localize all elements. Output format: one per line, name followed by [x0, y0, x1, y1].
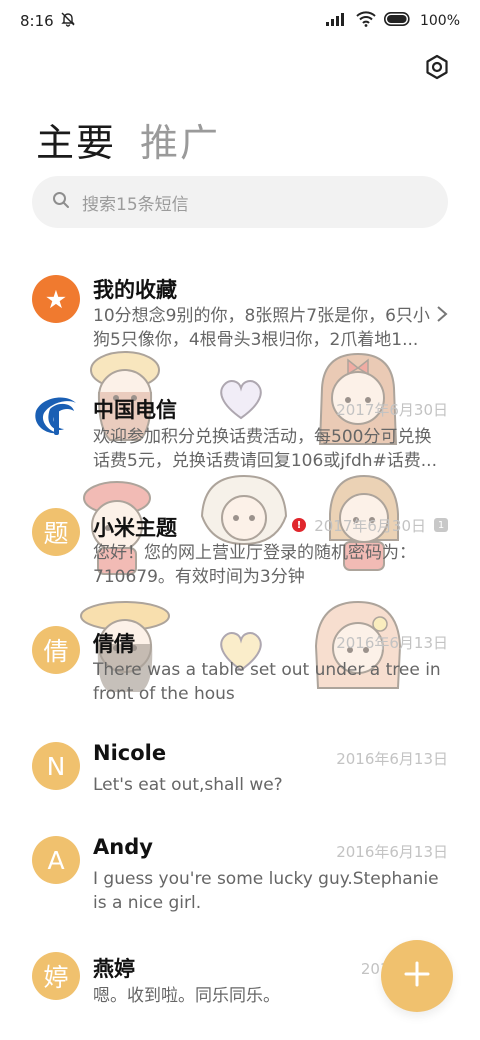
plus-icon	[404, 961, 430, 991]
message-date: 2017年6月30日	[314, 517, 426, 535]
contact-name: 我的收藏	[93, 278, 177, 302]
list-item[interactable]: 倩 倩倩 2016年6月13日 There was a table set ou…	[0, 620, 480, 720]
wifi-icon	[356, 11, 376, 31]
settings-icon	[424, 54, 450, 84]
star-icon: ★	[44, 284, 68, 314]
tab-bar: 主要 推广	[36, 112, 220, 167]
tab-promotions[interactable]: 推广	[140, 112, 220, 167]
message-preview: There was a table set out under a tree i…	[93, 660, 441, 704]
settings-button[interactable]	[424, 54, 450, 84]
error-badge: !	[292, 518, 306, 532]
battery-icon	[383, 12, 412, 30]
bell-muted-icon	[60, 11, 76, 31]
message-preview: 欢迎参加积分兑换话费活动，每500分可兑换话费5元，兑换话费请回复106或jfd…	[93, 427, 437, 471]
tab-primary[interactable]: 主要	[36, 112, 116, 167]
avatar: ★	[32, 275, 80, 323]
contact-name: 倩倩	[93, 632, 135, 656]
avatar: N	[32, 742, 80, 790]
search-input[interactable]: 搜索15条短信	[82, 190, 189, 215]
message-preview: 10分想念9别的你，8张照片7张是你，6只小狗5只像你，4根骨头3根归你，2爪着…	[93, 306, 430, 350]
message-preview: I guess you're some lucky guy.Stephanie …	[93, 869, 439, 913]
signal-icon	[325, 12, 348, 30]
contact-name: 燕婷	[93, 957, 135, 981]
avatar: 题	[32, 508, 80, 556]
china-telecom-logo-icon	[32, 391, 80, 445]
list-item[interactable]: A Andy 2016年6月13日 I guess you're some lu…	[0, 832, 480, 932]
search-icon	[52, 191, 70, 213]
avatar-initial: 题	[43, 519, 69, 548]
avatar-initial: 倩	[43, 637, 69, 666]
avatar: 婷	[32, 952, 80, 1000]
contact-name: 小米主题	[93, 516, 177, 540]
search-bar[interactable]: 搜索15条短信	[32, 176, 448, 228]
status-time: 8:16	[20, 12, 54, 30]
sim-badge: 1	[434, 518, 448, 532]
list-item[interactable]: 题 小米主题 ! 2017年6月30日 1 您好！您的网上营业厅登录的随机密码为…	[0, 502, 480, 602]
battery-level: 100%	[419, 13, 460, 29]
message-date: 2016年6月13日	[336, 634, 448, 652]
compose-button[interactable]	[381, 940, 453, 1012]
message-preview: 您好！您的网上营业厅登录的随机密码为：710679。有效时间为3分钟	[93, 543, 416, 587]
message-date: 2017年6月30日	[336, 401, 448, 419]
avatar: 倩	[32, 626, 80, 674]
avatar: A	[32, 836, 80, 884]
avatar	[32, 394, 80, 442]
avatar-initial: N	[46, 751, 66, 781]
list-item[interactable]: N Nicole 2016年6月13日 Let's eat out,shall …	[0, 738, 480, 818]
contact-name: Nicole	[93, 741, 167, 765]
status-left: 8:16	[20, 11, 76, 31]
status-bar: 8:16 100%	[0, 0, 480, 42]
status-right: 100%	[325, 11, 460, 31]
message-date: 2016年6月13日	[336, 750, 448, 768]
avatar-initial: 婷	[43, 963, 69, 992]
message-date: 2016年6月13日	[336, 843, 448, 861]
list-item[interactable]: ★ 我的收藏 10分想念9别的你，8张照片7张是你，6只小狗5只像你，4根骨头3…	[0, 262, 480, 362]
contact-name: Andy	[93, 835, 153, 859]
message-preview: Let's eat out,shall we?	[93, 775, 283, 795]
chevron-right-icon	[436, 304, 448, 329]
list-item[interactable]: 中国电信 2017年6月30日 欢迎参加积分兑换话费活动，每500分可兑换话费5…	[0, 382, 480, 482]
avatar-initial: A	[47, 845, 65, 875]
contact-name: 中国电信	[93, 398, 177, 422]
